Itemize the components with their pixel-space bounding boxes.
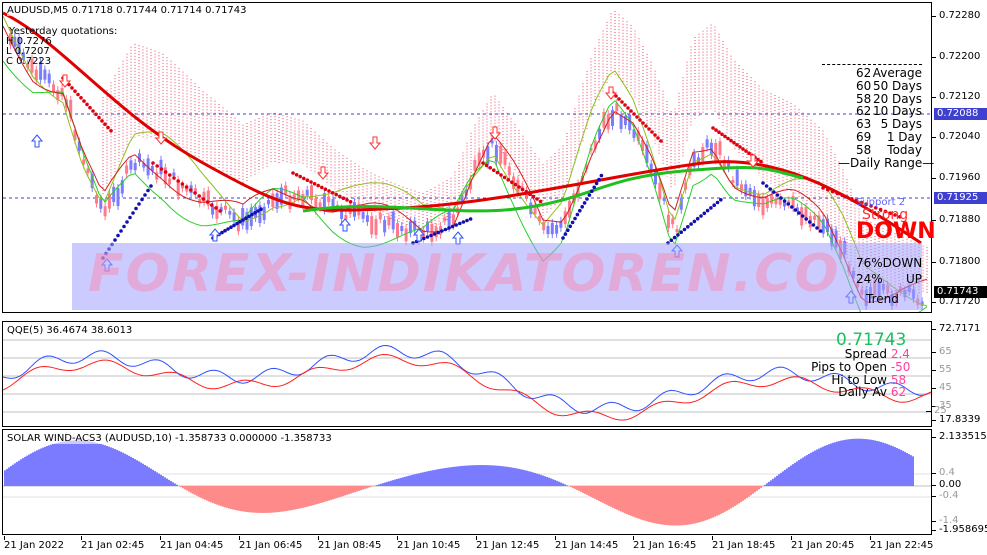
time-label: 21 Jan 18:45 [712,536,776,551]
yesterday-close: C 0.7223 [6,56,52,67]
last-price-tag: 0.71743 [934,286,987,298]
time-axis: 21 Jan 2022 21 Jan 02:45 21 Jan 04:45 21… [2,536,934,554]
pct-up: 24% [856,272,883,286]
time-label: 21 Jan 2022 [4,536,64,551]
time-label: 21 Jan 20:45 [791,536,855,551]
time-label: 21 Jan 16:45 [633,536,697,551]
qqe-tick: 65 [931,346,952,357]
level-tag-support: 0.71925 [934,192,987,204]
price-tick: 0.71880 [930,214,981,225]
chart-title: AUDUSD,M5 0.71718 0.71744 0.71714 0.7174… [7,5,247,16]
price-tick: 0.71800 [930,256,981,267]
stat-pips-open: Pips to Open -50 [811,360,911,374]
time-label: 21 Jan 10:45 [397,536,461,551]
level-tag-upper: 0.72088 [934,108,987,120]
qqe-pane[interactable]: QQE(5) 36.4674 38.6013 [2,321,932,427]
time-label: 21 Jan 04:45 [160,536,224,551]
price-tick: 0.72200 [930,51,981,62]
time-label: 21 Jan 22:45 [870,536,934,551]
time-label: 21 Jan 08:45 [318,536,382,551]
qqe-canvas [3,339,931,421]
range-row: 58 Today [856,142,922,157]
price-tick: 0.72120 [930,91,981,102]
daily-range-label: —Daily Range— [838,156,935,170]
qqe-axis: 72.7171 65 55 45 35 25 17.8339 [926,321,987,425]
time-label: 21 Jan 06:45 [239,536,303,551]
solar-wind-canvas [3,438,931,526]
range-row: 60 50 Days [856,78,922,93]
time-label: 21 Jan 14:45 [555,536,619,551]
solar-tick: 2.133515 [931,431,987,442]
up-label: UP [906,272,923,286]
qqe-tick: 45 [931,382,952,393]
trend-label: Trend [866,292,899,306]
price-tick: 0.72280 [930,10,981,21]
watermark-text: FOREX-INDIKATOREN.CO [88,244,841,304]
solar-tick: -1.958695 [930,524,987,536]
price-axis: 0.72280 0.72200 0.72120 0.72040 0.71960 … [930,2,987,311]
qqe-tick: 17.8339 [930,414,981,425]
solar-histogram [4,438,914,526]
solar-tick: -0.4 [931,490,959,501]
solar-title: SOLAR WIND-ACS3 (AUDUSD,10) -1.358733 0.… [7,433,332,444]
solar-tick: 0.4 [931,467,955,478]
qqe-tick: 72.7171 [930,323,981,334]
qqe-tick: 55 [931,364,952,375]
time-label: 21 Jan 02:45 [81,536,145,551]
stat-spread: Spread 2.4 [844,347,910,361]
solar-wind-pane[interactable]: SOLAR WIND-ACS3 (AUDUSD,10) -1.358733 0.… [2,429,932,535]
qqe-fast-line [3,344,931,414]
down-label: DOWN [856,219,936,244]
range-divider [822,64,922,65]
stat-daily-avg: Daily Av 62 [838,385,907,399]
pct-down: 76%DOWN [856,256,923,270]
solar-axis: 2.133515 0.4 0.00 -0.4 -1.4 -1.958695 [930,429,987,536]
qqe-title: QQE(5) 36.4674 38.6013 [7,325,133,336]
price-tick: 0.72040 [930,131,981,142]
price-tick: 0.71960 [930,172,981,183]
red-moving-average [3,11,922,245]
time-label: 21 Jan 12:45 [476,536,540,551]
